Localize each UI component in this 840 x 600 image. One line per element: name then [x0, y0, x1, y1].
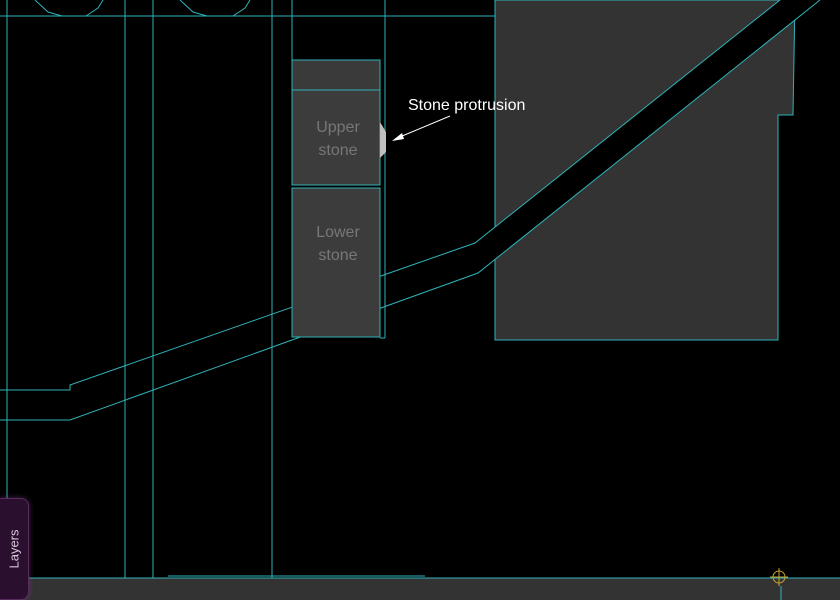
drawing-canvas[interactable]: Upper stone Lower stone Stone protrusion…	[0, 0, 840, 600]
layers-panel-tab[interactable]: Layers	[0, 498, 29, 600]
cap-stone[interactable]	[291, 59, 381, 91]
cad-drawing[interactable]: Upper stone Lower stone Stone protrusion	[0, 0, 840, 600]
upper-stone-label-line2: stone	[318, 142, 357, 159]
lower-stone-label-line1: Lower	[316, 224, 360, 241]
layers-tab-label: Layers	[6, 529, 22, 569]
annotation-arrowhead-icon	[392, 133, 404, 141]
annotation-label[interactable]: Stone protrusion	[408, 97, 525, 114]
lower-stone-label-line2: stone	[318, 247, 357, 264]
upper-stone[interactable]	[291, 89, 381, 186]
ground-strip[interactable]	[0, 578, 840, 600]
arc-shape-right[interactable]	[179, 0, 251, 17]
upper-stone-label-line1: Upper	[316, 119, 360, 136]
annotation-leader-line	[394, 115, 451, 140]
arc-shape-left[interactable]	[34, 0, 104, 17]
